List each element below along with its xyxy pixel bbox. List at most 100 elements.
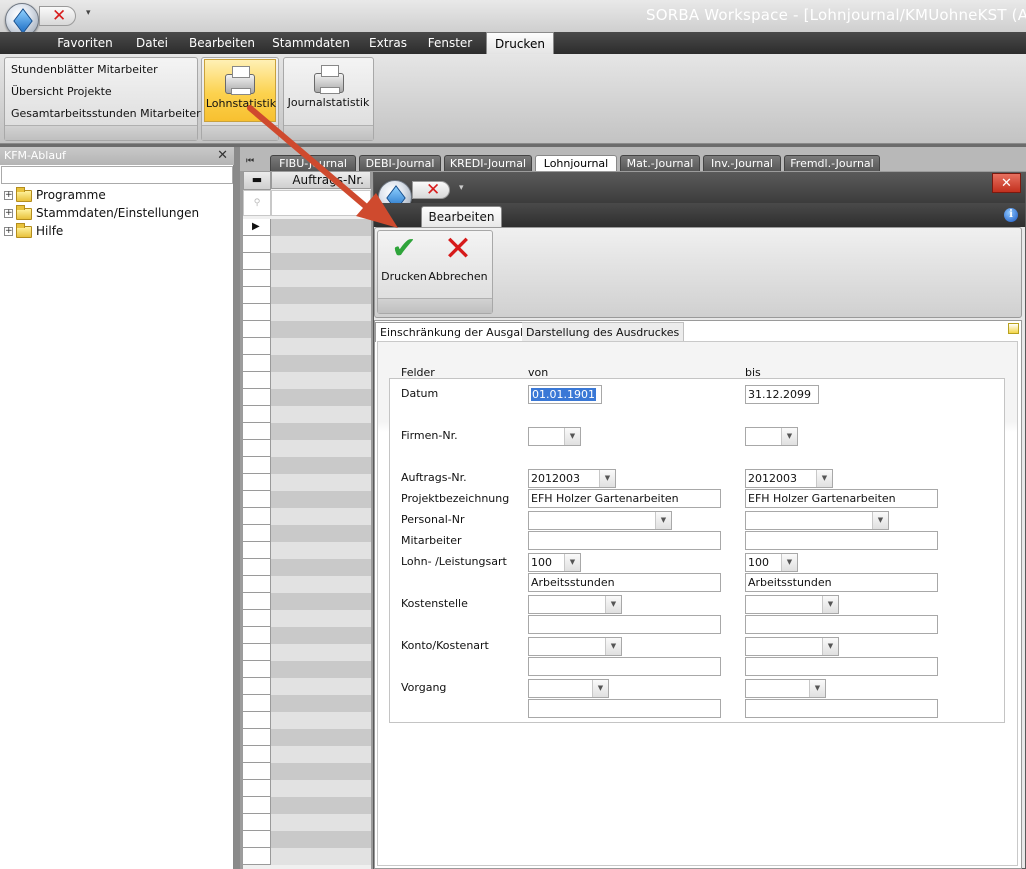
lohnart-bis-text[interactable]: Arbeitsstunden [745,573,938,592]
kfm-search-input[interactable] [1,166,233,184]
table-row[interactable] [271,729,371,746]
close-icon[interactable]: ✕ [217,147,228,165]
chevron-down-icon[interactable]: ▼ [781,428,797,445]
abbrechen-button[interactable]: ✕ Abbrechen [428,232,488,286]
info-icon[interactable]: i [1004,208,1018,222]
grid-row-indicator[interactable] [243,610,271,627]
firmen-von-select[interactable]: ▼ [528,427,581,446]
chevron-down-icon[interactable]: ▼ [822,596,838,613]
table-row[interactable] [271,321,371,338]
mitarbeiter-von-input[interactable] [528,531,721,550]
konto-von-text[interactable] [528,657,721,676]
grid-row-indicator[interactable] [243,644,271,661]
table-row[interactable] [271,678,371,695]
table-row[interactable] [271,253,371,270]
chevron-down-icon[interactable]: ▼ [872,512,888,529]
grid-row-indicator[interactable] [243,491,271,508]
table-row[interactable] [271,338,371,355]
close-icon[interactable]: ✕ [426,182,440,199]
qat-dropdown-icon[interactable]: ▾ [86,8,91,18]
lohnart-von-text[interactable]: Arbeitsstunden [528,573,721,592]
personal-von-select[interactable]: ▼ [528,511,672,530]
menu-drucken[interactable]: Drucken [486,32,554,54]
grid-row-indicator[interactable] [243,678,271,695]
tree-item-stammdaten[interactable]: + Stammdaten/Einstellungen [4,204,199,222]
table-row[interactable] [271,406,371,423]
konto-bis-text[interactable] [745,657,938,676]
projekt-bis-input[interactable]: EFH Holzer Gartenarbeiten [745,489,938,508]
table-row[interactable] [271,559,371,576]
grid-row-indicator[interactable] [243,287,271,304]
grid-row-indicator[interactable] [243,236,271,253]
menu-favoriten[interactable]: Favoriten [50,32,120,54]
table-row[interactable] [271,644,371,661]
table-row[interactable] [271,780,371,797]
grid-row-indicator[interactable] [243,253,271,270]
kostenstelle-bis-text[interactable] [745,615,938,634]
table-row[interactable] [271,576,371,593]
personal-bis-select[interactable]: ▼ [745,511,889,530]
mitarbeiter-bis-input[interactable] [745,531,938,550]
tab-inv-journal[interactable]: Inv.-Journal [703,155,781,171]
tree-item-programme[interactable]: + Programme [4,186,106,204]
table-row[interactable] [271,610,371,627]
grid-row-indicator[interactable] [243,474,271,491]
tab-lohnjournal[interactable]: Lohnjournal [535,155,617,171]
table-row[interactable] [271,287,371,304]
lohnart-von-select[interactable]: 100 ▼ [528,553,581,572]
table-row[interactable] [271,508,371,525]
kostenstelle-von-select[interactable]: ▼ [528,595,622,614]
grid-row-indicator[interactable] [243,661,271,678]
grid-collapse-icon[interactable]: ▬ [243,171,271,190]
table-row[interactable] [271,491,371,508]
tab-mat-journal[interactable]: Mat.-Journal [620,155,700,171]
grid-row-indicator[interactable] [243,593,271,610]
menu-datei[interactable]: Datei [126,32,178,54]
chevron-down-icon[interactable]: ▼ [599,470,615,487]
gesamtarbeitsstunden-link[interactable]: Gesamtarbeitsstunden Mitarbeiter [11,107,201,120]
vorgang-von-text[interactable] [528,699,721,718]
table-row[interactable] [271,423,371,440]
kostenstelle-von-text[interactable] [528,615,721,634]
grid-row-indicator[interactable] [243,542,271,559]
table-row[interactable] [271,814,371,831]
expand-icon[interactable]: + [4,227,13,236]
menu-extras[interactable]: Extras [362,32,414,54]
grid-row-indicator[interactable] [243,797,271,814]
grid-row-indicator[interactable] [243,525,271,542]
chevron-down-icon[interactable]: ▼ [809,680,825,697]
grid-row-indicator[interactable] [243,355,271,372]
chevron-down-icon[interactable]: ▼ [781,554,797,571]
tab-kredi-journal[interactable]: KREDI-Journal [444,155,532,171]
konto-von-select[interactable]: ▼ [528,637,622,656]
table-row[interactable] [271,372,371,389]
grid-row-indicator[interactable] [243,406,271,423]
uebersicht-projekte-link[interactable]: Übersicht Projekte [11,85,112,98]
table-row[interactable] [271,763,371,780]
chevron-down-icon[interactable]: ▼ [564,428,580,445]
vorgang-von-select[interactable]: ▼ [528,679,609,698]
auftrag-von-select[interactable]: 2012003 ▼ [528,469,616,488]
dialog-close-button[interactable]: ✕ [992,173,1021,193]
chevron-down-icon[interactable]: ▼ [605,638,621,655]
chevron-down-icon[interactable]: ▼ [822,638,838,655]
expand-icon[interactable]: + [4,209,13,218]
projekt-von-input[interactable]: EFH Holzer Gartenarbeiten [528,489,721,508]
expand-icon[interactable]: + [4,191,13,200]
grid-row-indicator[interactable]: ▶ [243,219,271,236]
dialog-tab-bearbeiten[interactable]: Bearbeiten [421,206,502,228]
grid-row-indicator[interactable] [243,372,271,389]
chevron-down-icon[interactable]: ▼ [605,596,621,613]
grid-row-indicator[interactable] [243,746,271,763]
grid-row-indicator[interactable] [243,321,271,338]
menu-fenster[interactable]: Fenster [420,32,480,54]
konto-bis-select[interactable]: ▼ [745,637,839,656]
grid-row-indicator[interactable] [243,440,271,457]
panel-corner-icon[interactable] [1008,323,1019,334]
tab-darstellung[interactable]: Darstellung des Ausdruckes [522,322,685,342]
vorgang-bis-select[interactable]: ▼ [745,679,826,698]
table-row[interactable] [271,797,371,814]
chevron-down-icon[interactable]: ▼ [564,554,580,571]
table-row[interactable] [271,355,371,372]
grid-row-indicator[interactable] [243,389,271,406]
